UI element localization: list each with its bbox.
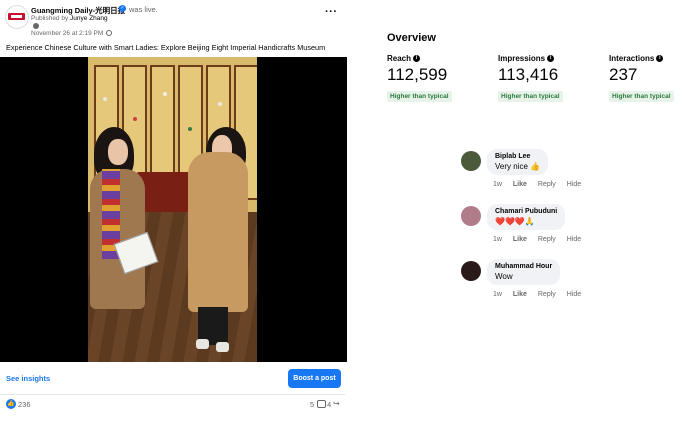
comment-time[interactable]: 1w [493,291,502,298]
more-options-button[interactable]: ··· [325,6,338,18]
comment-text: ❤️❤️❤️🙏 [495,217,535,226]
avatar[interactable] [461,151,481,171]
status-badge: Higher than typical [387,91,452,102]
comment-like-button[interactable]: Like [513,181,527,188]
overview-title: Overview [387,32,436,44]
published-by-prefix: Published by [31,15,69,22]
metric-value: 113,416 [498,65,559,84]
post-status: was live. [129,5,158,14]
comment-text: Wow [495,272,513,281]
info-icon[interactable]: i [656,55,664,63]
share-icon[interactable]: ↪ [333,399,340,408]
metric-label: Impressions [498,54,546,63]
comment-reply-button[interactable]: Reply [538,181,556,188]
comment-hide-button[interactable]: Hide [567,291,581,298]
comment-time[interactable]: 1w [493,236,502,243]
status-badge: Higher than typical [498,91,563,102]
metric-interactions: Interactions i 237 Higher than typical [609,54,674,103]
status-badge: Higher than typical [609,91,674,102]
comment-reply-button[interactable]: Reply [538,291,556,298]
video-player[interactable] [0,57,347,362]
metric-value: 112,599 [387,65,448,84]
publisher-name[interactable]: Junye Zhang [70,15,108,22]
info-icon[interactable] [33,23,39,29]
comment-bubble: Muhammad Hour Wow [487,259,561,285]
metric-label: Interactions [609,54,655,63]
published-by: Published by Junye Zhang [31,15,108,22]
post-caption: Experience Chinese Culture with Smart La… [6,43,326,52]
metric-label: Reach [387,54,412,63]
like-icon[interactable]: 👍 [6,399,16,409]
divider [0,394,345,395]
comment-bubble: Biplab Lee Very nice 👍 [487,149,549,175]
comment-bubble: Chamari Pubuduni ❤️❤️❤️🙏 [487,204,566,230]
comment-icon[interactable] [317,400,326,408]
metric-impressions: Impressions i 113,416 Higher than typical [498,54,563,103]
info-icon[interactable]: i [547,55,555,63]
comment-author[interactable]: Chamari Pubuduni [495,208,557,215]
avatar[interactable] [461,206,481,226]
verified-badge-icon: ✓ [119,5,126,12]
comment-reply-button[interactable]: Reply [538,236,556,243]
comment-actions: 1w Like Reply Hide [493,236,590,243]
avatar[interactable] [461,261,481,281]
comment-like-button[interactable]: Like [513,291,527,298]
metric-value: 237 [609,65,638,84]
comment-hide-button[interactable]: Hide [567,181,581,188]
comment-author[interactable]: Muhammad Hour [495,263,552,270]
comment-actions: 1w Like Reply Hide [493,181,590,188]
post-card: Guangming Daily-光明日报 ✓ was live. Publish… [0,0,350,423]
comment-hide-button[interactable]: Hide [567,236,581,243]
comment-time[interactable]: 1w [493,181,502,188]
comments-count[interactable]: 5 [310,400,314,409]
comment-like-button[interactable]: Like [513,236,527,243]
page-avatar[interactable] [5,5,29,29]
boost-post-button[interactable]: Boost a post [288,369,341,388]
metric-reach: Reach i 112,599 Higher than typical [387,54,452,103]
post-date[interactable]: November 26 at 2:19 PM · [31,30,107,37]
comment-actions: 1w Like Reply Hide [493,291,590,298]
see-insights-link[interactable]: See insights [6,374,50,383]
video-frame [88,57,257,362]
globe-icon [106,30,112,36]
comment-text: Very nice 👍 [495,162,541,171]
info-icon[interactable]: i [413,55,421,63]
reactions-count[interactable]: 236 [18,400,31,409]
shares-count[interactable]: 4 [327,400,331,409]
comment-author[interactable]: Biplab Lee [495,153,540,160]
